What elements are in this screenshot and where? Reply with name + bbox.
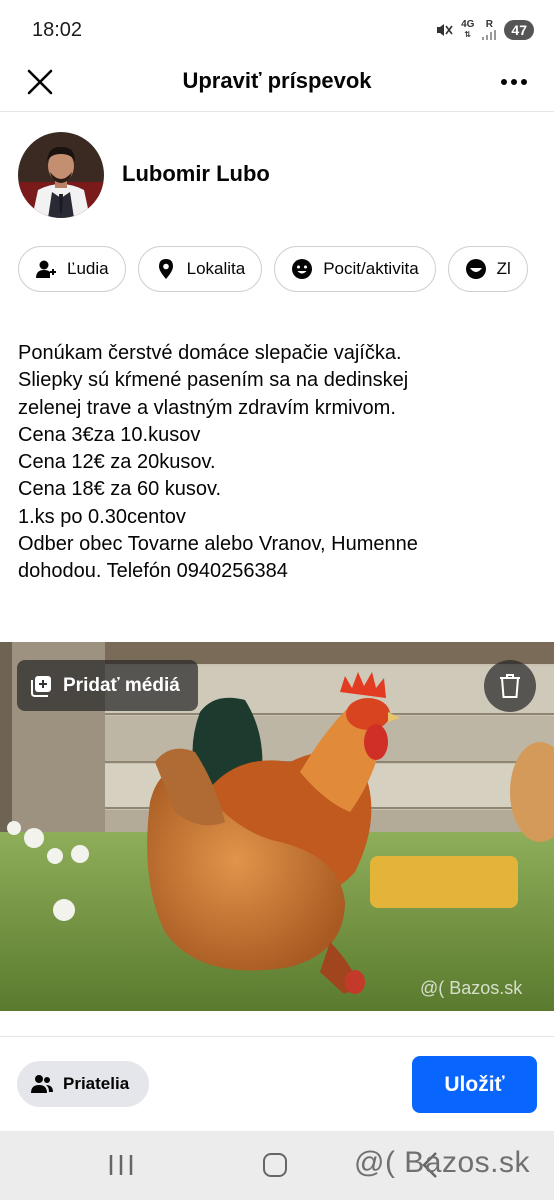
post-line: 1.ks po 0.30centov bbox=[18, 505, 186, 528]
status-icons: 4G ⇅ R 47 bbox=[435, 20, 534, 40]
mute-icon bbox=[437, 24, 453, 36]
audience-selector-button[interactable]: Priatelia bbox=[17, 1061, 149, 1107]
signal-icon bbox=[482, 30, 497, 40]
post-line: zelenej trave a vlastným zdravím krmivom… bbox=[18, 396, 396, 419]
chip-next[interactable]: Zl bbox=[447, 246, 528, 292]
chip-location[interactable]: Lokalita bbox=[137, 246, 263, 292]
battery-indicator: 47 bbox=[504, 20, 534, 40]
post-line: Odber obec Tovarne alebo Vranov, Humenne bbox=[18, 533, 418, 556]
footer-divider bbox=[0, 1036, 554, 1037]
add-media-icon bbox=[31, 675, 51, 697]
smiley-icon bbox=[465, 259, 486, 279]
data-arrows-icon: ⇅ bbox=[464, 30, 472, 39]
signal-indicator: R bbox=[482, 20, 497, 40]
audience-label: Priatelia bbox=[63, 1074, 130, 1093]
post-line: Cena 3€za 10.kusov bbox=[18, 423, 201, 446]
add-media-button[interactable]: Pridať médiá bbox=[17, 660, 198, 711]
recent-apps-button[interactable] bbox=[108, 1153, 134, 1177]
chip-feeling-activity[interactable]: Pocit/aktivita bbox=[274, 246, 436, 292]
status-time: 18:02 bbox=[32, 19, 83, 41]
post-line: Sliepky sú kŕmené pasením sa na dedinske… bbox=[18, 369, 409, 392]
chip-location-label: Lokalita bbox=[186, 259, 246, 278]
post-line: Cena 12€ za 20kusov. bbox=[18, 451, 216, 474]
more-dot-icon bbox=[521, 79, 527, 85]
recent-apps-icon bbox=[109, 1155, 133, 1175]
trash-icon bbox=[500, 674, 520, 698]
more-options-button[interactable] bbox=[496, 68, 532, 96]
friends-icon bbox=[31, 1075, 53, 1093]
page-title: Upraviť príspevok bbox=[182, 68, 372, 93]
avatar-photo bbox=[18, 132, 104, 218]
post-line: dohodou. Telefón 0940256384 bbox=[18, 560, 288, 583]
chip-people[interactable]: Ľudia bbox=[18, 246, 126, 292]
smiley-icon bbox=[292, 259, 313, 279]
home-button[interactable] bbox=[263, 1153, 287, 1177]
more-dot-icon bbox=[511, 79, 517, 85]
post-line: Cena 18€ za 60 kusov. bbox=[18, 478, 222, 501]
people-icon bbox=[36, 260, 56, 278]
post-text-input[interactable]: Ponúkam čerstvé domáce slepačie vajíčka.… bbox=[18, 340, 538, 586]
delete-media-button[interactable] bbox=[484, 660, 536, 712]
post-options-chips: Ľudia Lokalita Pocit/aktivita Zl bbox=[18, 246, 528, 292]
avatar[interactable] bbox=[18, 132, 104, 218]
network-indicator: 4G ⇅ bbox=[461, 19, 475, 40]
save-button[interactable]: Uložiť bbox=[412, 1056, 537, 1113]
post-line: Ponúkam čerstvé domáce slepačie vajíčka. bbox=[18, 342, 402, 364]
image-watermark: @( Bazos.sk bbox=[420, 978, 523, 998]
add-media-label: Pridať médiá bbox=[63, 674, 180, 696]
site-watermark: @( Bazos.sk bbox=[354, 1146, 530, 1179]
author-name: Lubomir Lubo bbox=[122, 161, 270, 186]
chip-next-label: Zl bbox=[496, 259, 511, 278]
chip-feeling-label: Pocit/aktivita bbox=[323, 259, 419, 278]
more-dot-icon bbox=[501, 79, 507, 85]
location-pin-icon bbox=[158, 259, 173, 279]
chip-people-label: Ľudia bbox=[67, 259, 109, 278]
top-bar: Upraviť príspevok bbox=[0, 50, 554, 112]
